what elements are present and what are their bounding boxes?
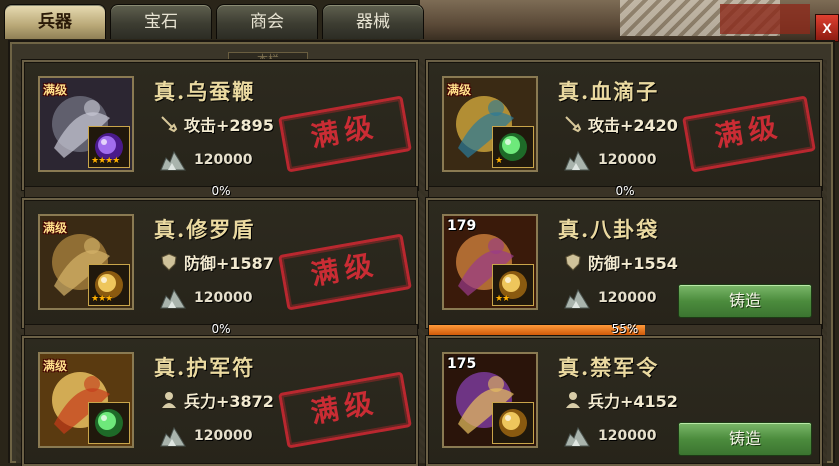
soldier-icon	[160, 391, 178, 409]
progress-text: 55%	[611, 322, 639, 336]
level-badge: 179	[447, 218, 477, 234]
cost-value: 120000	[598, 290, 657, 306]
item-name: 真.乌蚕鞭	[154, 79, 256, 104]
level-badge: 175	[447, 356, 477, 372]
item-card[interactable]: 满级 ★★★★ 真.乌蚕鞭 攻击+2895 120000 满级 0%	[22, 60, 418, 198]
item-icon[interactable]: 满级 ★★★★	[38, 76, 134, 172]
progress-text: 0%	[211, 322, 231, 336]
item-icon[interactable]: 175	[442, 352, 538, 448]
max-level-stamp: 满级	[278, 371, 412, 449]
tab-bar: 兵器 宝石 商会 器械	[4, 4, 424, 40]
item-icon[interactable]: 满级 ★★★	[38, 214, 134, 310]
progress-bar: 0%	[24, 184, 418, 198]
scenery-building	[720, 4, 810, 34]
sword-icon	[160, 115, 178, 133]
gem-slot-icon[interactable]: ★	[492, 126, 534, 168]
item-name: 真.血滴子	[558, 79, 660, 104]
item-card[interactable]: 179 ★★ 真.八卦袋 防御+1554 120000 铸造 55%	[426, 198, 822, 336]
close-button[interactable]: X	[815, 14, 839, 42]
item-card[interactable]: 满级 真.护军符 兵力+3872 120000 满级	[22, 336, 418, 466]
item-card[interactable]: 满级 ★ 真.血滴子 攻击+2420 120000 满级 0%	[426, 60, 822, 198]
progress-bar: 0%	[24, 322, 418, 336]
stat-value: 防御+1587	[184, 254, 274, 273]
ore-icon	[564, 425, 590, 447]
cost-row: 120000	[564, 286, 656, 310]
max-level-stamp: 满级	[278, 233, 412, 311]
soldier-icon	[564, 391, 582, 409]
level-badge: 满级	[43, 83, 68, 97]
stat-row: 防御+1587	[160, 250, 274, 274]
cost-value: 120000	[598, 428, 657, 444]
cost-value: 120000	[598, 152, 657, 168]
item-card[interactable]: 175 真.禁军令 兵力+4152 120000 铸造	[426, 336, 822, 466]
item-name: 真.禁军令	[558, 355, 660, 380]
level-badge: 满级	[43, 359, 68, 373]
star-rating: ★★★	[91, 294, 113, 304]
stat-row: 兵力+4152	[564, 388, 678, 412]
tab-machinery[interactable]: 器械	[322, 4, 424, 39]
gem-slot-icon[interactable]	[492, 402, 534, 444]
tab-guild[interactable]: 商会	[216, 4, 318, 39]
star-rating: ★★	[495, 294, 510, 304]
shield-icon	[160, 253, 178, 271]
max-level-stamp: 满级	[278, 95, 412, 173]
cost-row: 120000	[160, 424, 252, 448]
item-name: 真.八卦袋	[558, 217, 660, 242]
stat-value: 兵力+4152	[588, 392, 678, 411]
max-level-stamp: 满级	[682, 95, 816, 173]
gem-slot-icon[interactable]	[88, 402, 130, 444]
progress-text: 0%	[615, 184, 635, 198]
item-icon[interactable]: 满级	[38, 352, 134, 448]
item-card[interactable]: 满级 ★★★ 真.修罗盾 防御+1587 120000 满级 0%	[22, 198, 418, 336]
stat-value: 攻击+2895	[184, 116, 274, 135]
cost-row: 120000	[160, 286, 252, 310]
gem-slot-icon[interactable]: ★★	[492, 264, 534, 306]
gem-slot-icon[interactable]: ★★★★	[88, 126, 130, 168]
background-scenery	[420, 0, 839, 40]
stat-row: 防御+1554	[564, 250, 678, 274]
gem-slot-icon[interactable]: ★★★	[88, 264, 130, 306]
item-name: 真.修罗盾	[154, 217, 256, 242]
ore-icon	[160, 425, 186, 447]
stat-value: 防御+1554	[588, 254, 678, 273]
star-rating: ★	[495, 156, 503, 166]
progress-bar: 55%	[428, 322, 822, 336]
cost-row: 120000	[160, 148, 252, 172]
equipment-panel: 本栏 满级 ★★★★ 真.乌蚕鞭 攻击+2895	[8, 40, 835, 466]
cost-value: 120000	[194, 428, 253, 444]
forge-button[interactable]: 铸造	[678, 284, 812, 318]
star-rating: ★★★★	[91, 156, 120, 166]
item-icon[interactable]: 满级 ★	[442, 76, 538, 172]
stat-value: 兵力+3872	[184, 392, 274, 411]
stat-value: 攻击+2420	[588, 116, 678, 135]
ore-icon	[160, 149, 186, 171]
progress-text: 0%	[211, 184, 231, 198]
cost-row: 120000	[564, 148, 656, 172]
item-grid: 本栏 满级 ★★★★ 真.乌蚕鞭 攻击+2895	[16, 52, 827, 466]
ore-icon	[160, 287, 186, 309]
item-icon[interactable]: 179 ★★	[442, 214, 538, 310]
ore-icon	[564, 149, 590, 171]
cost-value: 120000	[194, 152, 253, 168]
stat-row: 攻击+2895	[160, 112, 274, 136]
progress-bar: 0%	[428, 184, 822, 198]
item-name: 真.护军符	[154, 355, 256, 380]
cost-value: 120000	[194, 290, 253, 306]
stat-row: 攻击+2420	[564, 112, 678, 136]
level-badge: 满级	[447, 83, 472, 97]
ore-icon	[564, 287, 590, 309]
tab-gems[interactable]: 宝石	[110, 4, 212, 39]
cost-row: 120000	[564, 424, 656, 448]
forge-button[interactable]: 铸造	[678, 422, 812, 456]
tab-weapons[interactable]: 兵器	[4, 4, 106, 39]
level-badge: 满级	[43, 221, 68, 235]
shield-icon	[564, 253, 582, 271]
sword-icon	[564, 115, 582, 133]
stat-row: 兵力+3872	[160, 388, 274, 412]
